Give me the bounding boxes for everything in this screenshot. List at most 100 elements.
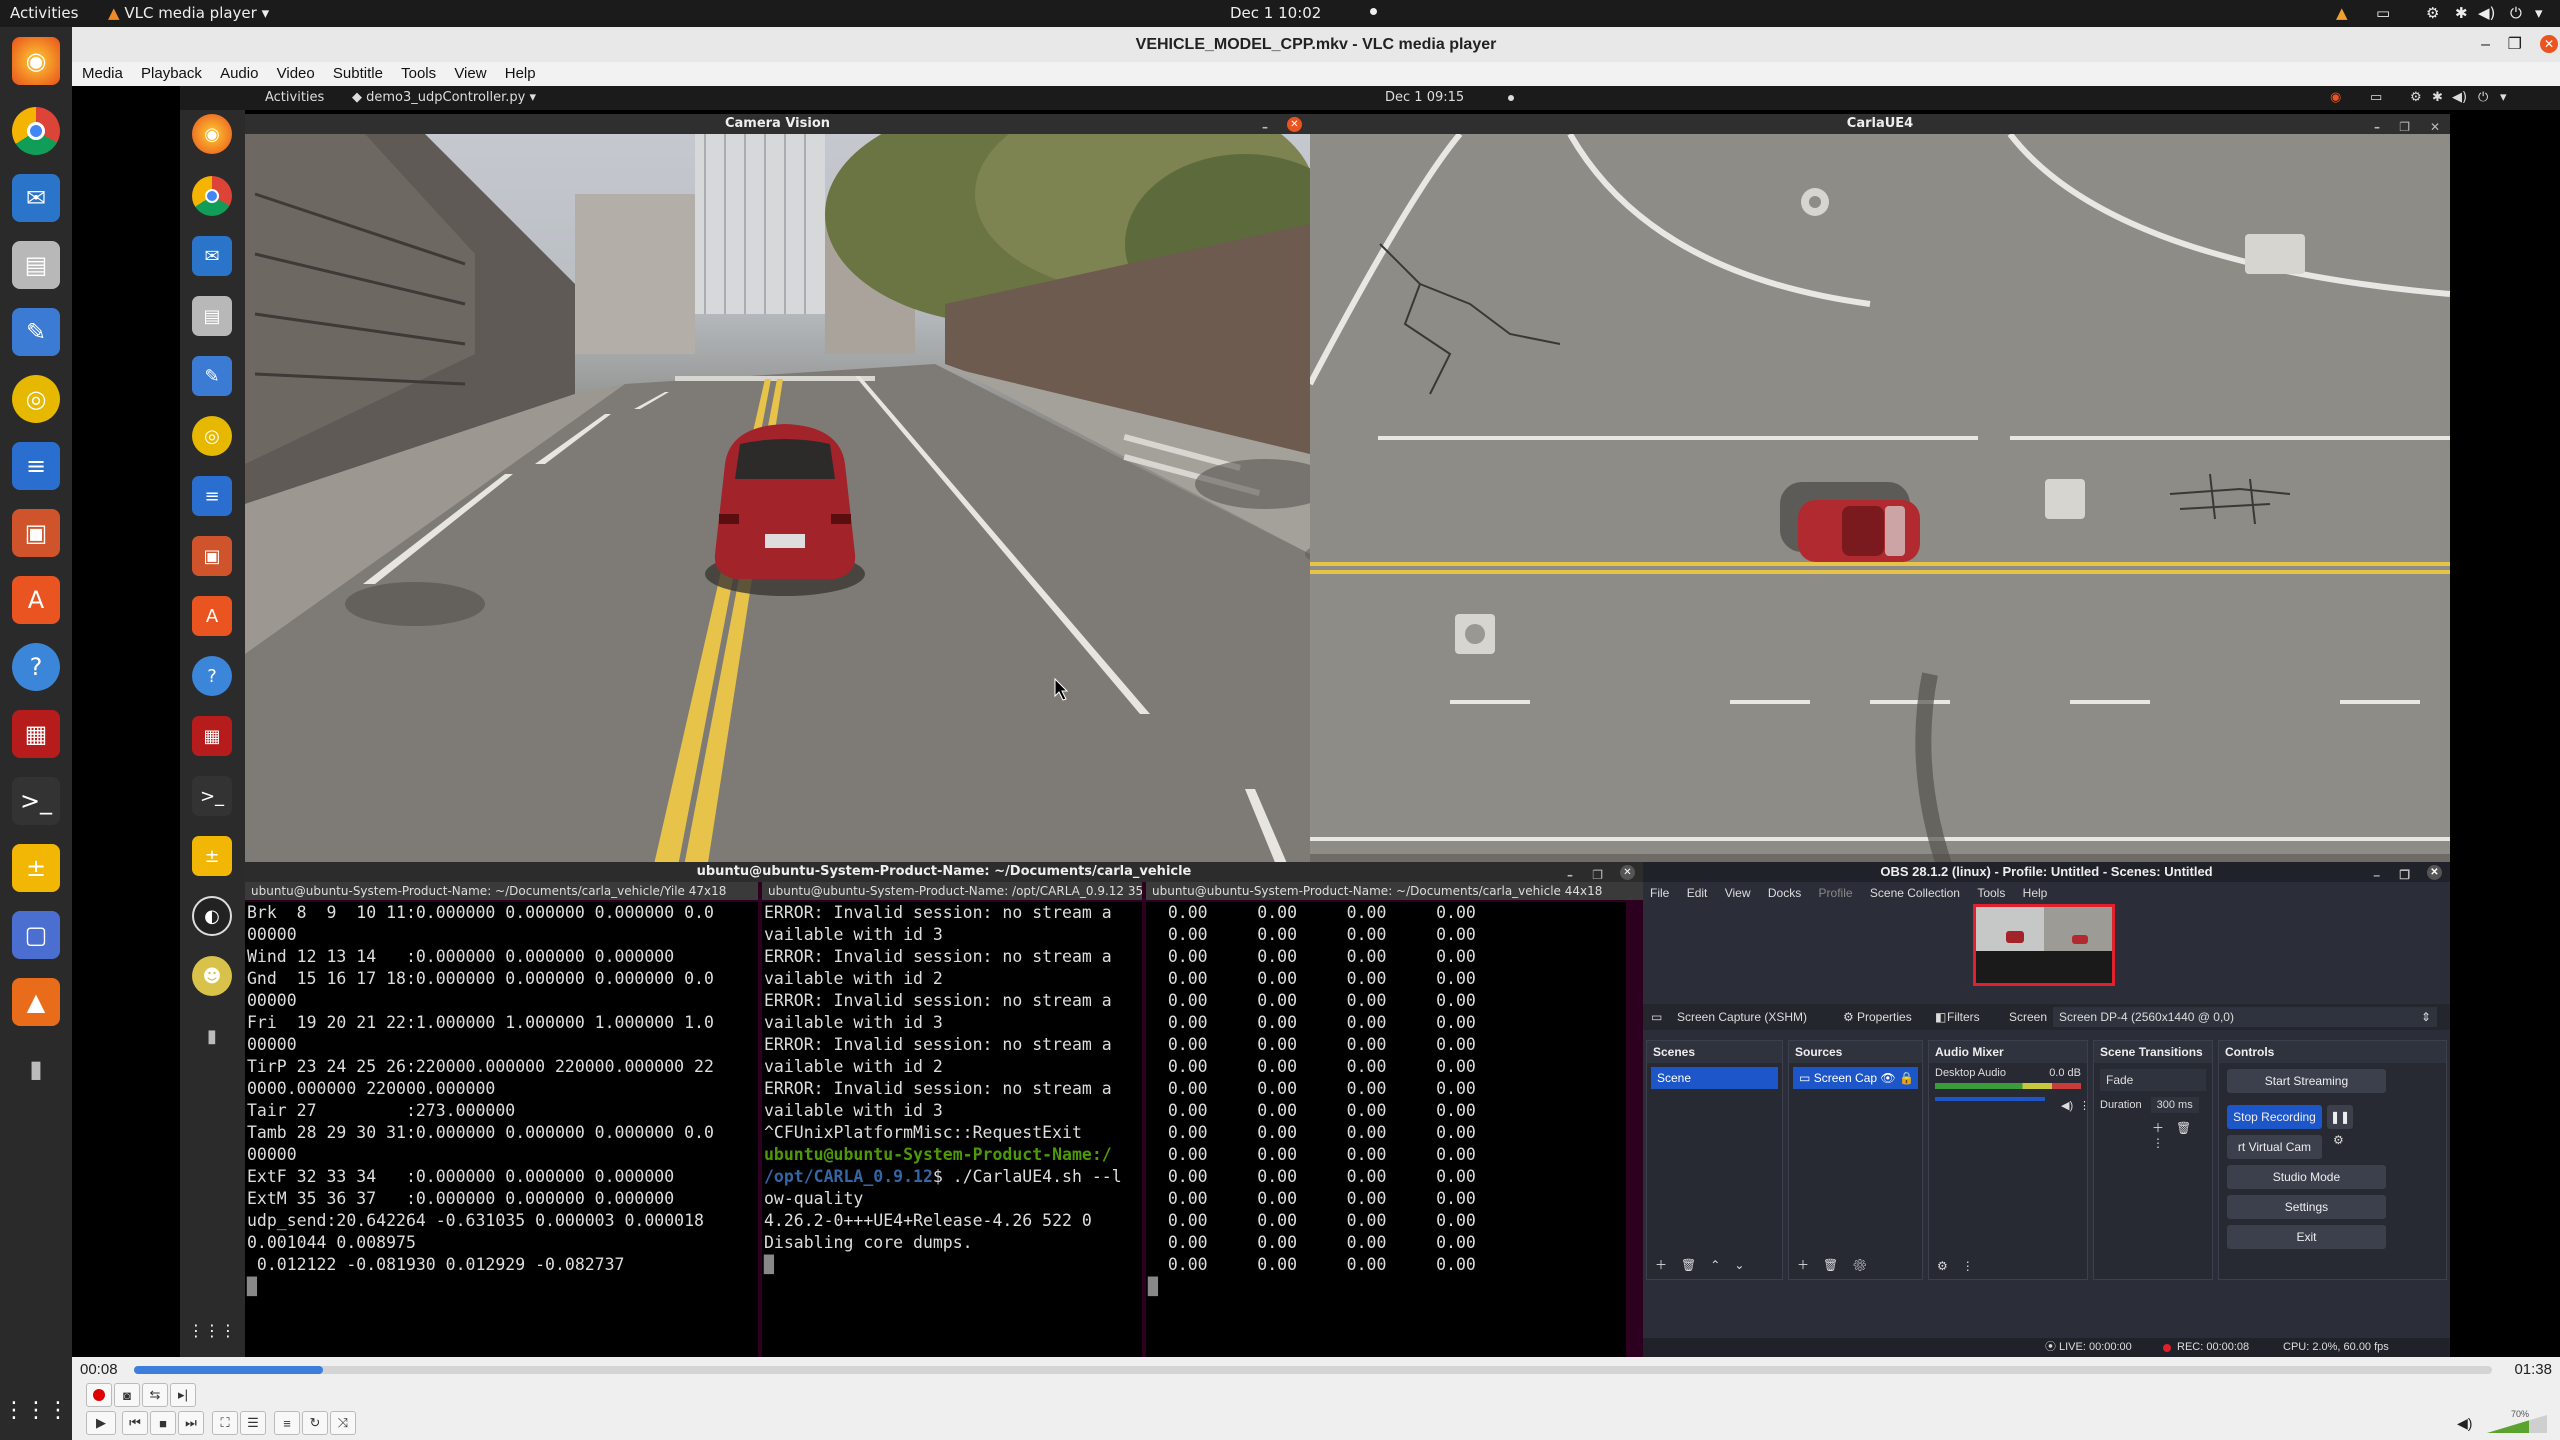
prompt-user: ubuntu@ubuntu-System-Product-Name: <box>764 1145 1102 1164</box>
menu-view[interactable]: View <box>454 62 486 86</box>
obs-duration-value: 300 ms <box>2150 1097 2199 1113</box>
obs-preview <box>1973 904 2115 986</box>
impress-icon[interactable]: ▣ <box>12 509 60 557</box>
screen-icon: ▭ <box>2370 90 2383 105</box>
next-icon[interactable]: ⏭ <box>178 1411 204 1435</box>
obs-transition-select: Fade <box>2100 1069 2206 1091</box>
terminal-line: 0.00 0.00 0.00 0.00 <box>1148 1145 1476 1164</box>
kebab-menu-icon: ⋮ <box>1961 1259 1988 1273</box>
obs-transitions-title: Scene Transitions <box>2094 1041 2212 1063</box>
previous-icon[interactable]: ⏮ <box>122 1411 148 1435</box>
menu-tools[interactable]: Tools <box>401 62 436 86</box>
gear-icon: ⚙ <box>1937 1259 1962 1273</box>
window-title: VEHICLE_MODEL_CPP.mkv - VLC media player <box>1135 36 1497 53</box>
obs-screen-select: Screen DP-4 (2560x1440 @ 0,0) ⇕ <box>2053 1007 2437 1027</box>
playlist-icon[interactable]: ≡ <box>274 1411 300 1435</box>
firefox-icon[interactable]: ◉ <box>12 37 60 85</box>
files-icon[interactable]: ▤ <box>12 241 60 289</box>
shuffle-icon[interactable]: ⤨ <box>330 1411 356 1435</box>
help-icon[interactable]: ? <box>12 643 60 691</box>
text-editor-icon[interactable]: ✎ <box>12 308 60 356</box>
terminal-line: ^CFUnixPlatformMisc::RequestExit <box>764 1123 1082 1142</box>
minimize-icon[interactable]: – <box>2481 27 2490 62</box>
video-display[interactable]: Activities ◆ demo3_udpController.py ▾ De… <box>72 86 2560 1357</box>
plus-icon: ＋ <box>1797 1258 1824 1272</box>
frame-step-icon[interactable]: ▸| <box>170 1383 196 1407</box>
vlc-icon[interactable]: ▲ <box>12 978 60 1026</box>
bluetooth-icon[interactable]: ✱ <box>2455 4 2468 22</box>
carla-window: CarlaUE4 – ❐ ✕ <box>1310 114 2450 882</box>
network-icon[interactable]: ⚙ <box>2426 4 2439 22</box>
software-icon: A <box>192 596 232 636</box>
menu-help[interactable]: Help <box>505 62 536 86</box>
notification-dot-icon <box>1370 8 1377 15</box>
terminal-icon[interactable]: >_ <box>12 777 60 825</box>
cursor-icon: █ <box>247 1277 257 1296</box>
thunderbird-icon[interactable]: ✉ <box>12 174 60 222</box>
clock[interactable]: Dec 1 10:02 <box>1230 4 1321 22</box>
network-icon: ⚙ <box>2410 90 2422 105</box>
obs-menu-tools: Tools <box>1977 886 2006 900</box>
writer-icon[interactable]: ≡ <box>12 442 60 490</box>
terminal-line: 0.00 0.00 0.00 0.00 <box>1148 991 1476 1010</box>
seek-bar[interactable] <box>134 1366 2492 1374</box>
power-icon[interactable]: ⏻ <box>2510 4 2522 22</box>
terminal-line: 0000.000000 220000.000000 <box>247 1079 496 1098</box>
terminal-window: ubuntu@ubuntu-System-Product-Name: ~/Doc… <box>245 862 1643 1357</box>
maximize-icon[interactable]: ❐ <box>2508 27 2522 62</box>
menu-media[interactable]: Media <box>82 62 123 86</box>
chevron-down-icon: ▾ <box>261 4 270 22</box>
snapshot-icon[interactable]: ◙ <box>114 1383 140 1407</box>
calculator-icon[interactable]: ± <box>12 844 60 892</box>
menu-audio[interactable]: Audio <box>220 62 258 86</box>
record-button[interactable] <box>86 1383 112 1407</box>
chevron-down-icon[interactable]: ▾ <box>2535 4 2543 22</box>
menu-playback[interactable]: Playback <box>141 62 202 86</box>
obs-menu-view: View <box>1724 886 1751 900</box>
obs-scenes-title: Scenes <box>1647 1041 1782 1063</box>
stop-icon[interactable]: ■ <box>150 1411 176 1435</box>
close-icon[interactable]: ✕ <box>2540 35 2558 53</box>
terminal-line: 0.00 0.00 0.00 0.00 <box>1148 1233 1476 1252</box>
chrome-icon[interactable] <box>12 107 60 155</box>
terminal-line: Brk 8 9 10 11:0.000000 0.000000 0.000000… <box>247 903 714 922</box>
carla-window-title: CarlaUE4 <box>1846 116 1914 131</box>
inner-activities: Activities <box>265 90 325 105</box>
loop-icon[interactable]: ↻ <box>302 1411 328 1435</box>
app-menu[interactable]: ▲ VLC media player ▾ <box>108 4 269 22</box>
menu-subtitle[interactable]: Subtitle <box>333 62 383 86</box>
usb-drive-icon[interactable]: ▮ <box>12 1045 60 1093</box>
terminal-line: 0.00 0.00 0.00 0.00 <box>1148 903 1476 922</box>
obs-audio-name: Desktop Audio <box>1935 1067 2006 1079</box>
fullscreen-icon[interactable]: ⛶ <box>212 1411 238 1435</box>
activities-button[interactable]: Activities <box>10 4 78 22</box>
menu-video[interactable]: Video <box>277 62 315 86</box>
software-icon[interactable]: A <box>12 576 60 624</box>
volume-slider[interactable]: 70% <box>2487 1409 2547 1433</box>
close-icon: ✕ <box>1287 117 1302 132</box>
terminal-pane-1: Brk 8 9 10 11:0.000000 0.000000 0.000000… <box>245 902 758 1357</box>
screen-icon[interactable]: ▭ <box>2376 4 2390 22</box>
terminal-icon: >_ <box>192 776 232 816</box>
rhythmbox-icon[interactable]: ◎ <box>12 375 60 423</box>
obs-title-bar: OBS 28.1.2 (linux) - Profile: Untitled -… <box>1643 862 2450 882</box>
top-bar: Activities ▲ VLC media player ▾ Dec 1 10… <box>0 0 2560 27</box>
obs-menubar: File Edit View Docks Profile Scene Colle… <box>1643 884 2450 902</box>
extended-settings-icon[interactable]: ☰ <box>240 1411 266 1435</box>
pause-icon: ❚❚ <box>2327 1105 2353 1129</box>
terminal-line: 0.00 0.00 0.00 0.00 <box>1148 1101 1476 1120</box>
speaker-icon[interactable]: ◀) <box>2457 1415 2472 1432</box>
chevron-down-icon: ▾ <box>529 90 537 105</box>
close-icon: ✕ <box>1620 865 1635 880</box>
play-button[interactable]: ▶ <box>86 1411 116 1435</box>
volume-icon[interactable]: ◀) <box>2478 4 2495 22</box>
warning-icon[interactable]: ▲ <box>2336 4 2348 22</box>
obs-icon: ◐ <box>192 896 232 936</box>
red-app-icon[interactable]: ▦ <box>12 710 60 758</box>
volume-icon: ◀) <box>2452 90 2468 105</box>
camera-window-title: Camera Vision <box>724 116 831 131</box>
obs-start-streaming-button: Start Streaming <box>2227 1069 2386 1093</box>
screenshot-icon[interactable]: ▢ <box>12 911 60 959</box>
loop-ab-icon[interactable]: ⇆ <box>142 1383 168 1407</box>
app-grid-icon[interactable]: ⋮⋮⋮ <box>3 1386 69 1434</box>
